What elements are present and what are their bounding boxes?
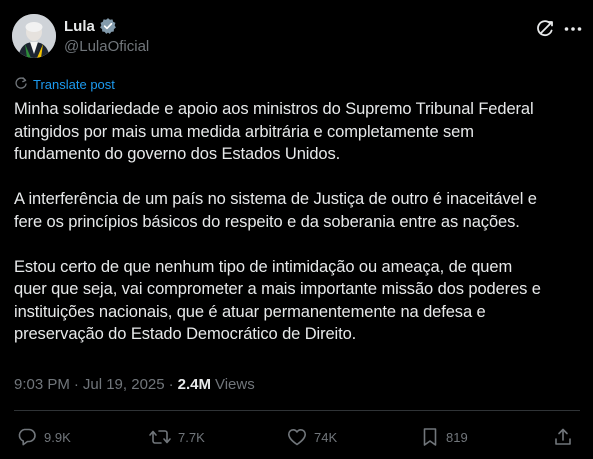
repost-button[interactable]: 7.7K <box>148 426 205 448</box>
post-paragraph: Estou certo de que nenhum tipo de intimi… <box>14 256 584 346</box>
like-count: 74K <box>314 429 338 445</box>
like-button[interactable]: 74K <box>286 426 337 448</box>
bookmark-button[interactable]: 819 <box>420 426 468 448</box>
post-paragraph: Minha solidariedade e apoio aos ministro… <box>14 98 584 166</box>
bookmark-icon <box>420 426 440 448</box>
post-line: instituições nacionais, que é atuar perm… <box>14 302 486 321</box>
translate-post-link[interactable]: Translate post <box>14 76 115 93</box>
author-handle[interactable]: @LulaOficial <box>64 38 149 55</box>
translate-post-label: Translate post <box>33 77 115 92</box>
meta-separator: · <box>168 376 174 393</box>
share-button[interactable] <box>552 426 574 448</box>
repost-count: 7.7K <box>178 429 205 445</box>
post-line: Estou certo de que nenhum tipo de intimi… <box>14 257 513 276</box>
action-bar: 9.9K 7.7K 74K 819 <box>0 426 593 452</box>
post-paragraph: A interferência de um país no sistema de… <box>14 188 584 233</box>
author-display-name[interactable]: Lula <box>64 18 95 35</box>
share-icon <box>552 426 574 448</box>
reply-count: 9.9K <box>44 429 71 445</box>
avatar-image <box>12 14 56 58</box>
reply-button[interactable]: 9.9K <box>16 426 71 448</box>
post-metadata: 9:03 PM · Jul 19, 2025 · 2.4M Views <box>14 376 255 393</box>
meta-separator: · <box>73 376 79 393</box>
post-line: fere os princípios básicos do respeito e… <box>14 212 520 231</box>
post-line: A interferência de um país no sistema de… <box>14 190 537 208</box>
post-line: quer que seja, vai comprometer a mais im… <box>14 280 541 298</box>
divider <box>14 410 580 411</box>
post-line: preservação do Estado Democrático de Dir… <box>14 325 357 343</box>
post-time[interactable]: 9:03 PM <box>14 376 70 393</box>
post-date[interactable]: Jul 19, 2025 <box>83 376 165 393</box>
views-count: 2.4M <box>177 376 211 393</box>
grok-icon[interactable] <box>534 18 556 40</box>
tweet: Lula @LulaOficial Translate post Minha s… <box>0 0 593 459</box>
bookmark-count: 819 <box>446 429 468 445</box>
post-line: Minha solidariedade e apoio aos ministro… <box>14 100 534 118</box>
more-icon[interactable] <box>562 18 584 40</box>
avatar[interactable] <box>12 14 56 58</box>
repost-icon <box>148 426 172 448</box>
post-body: Minha solidariedade e apoio aos ministro… <box>14 98 584 346</box>
post-line: fundamento do governo dos Estados Unidos… <box>14 145 341 163</box>
heart-icon <box>286 426 308 448</box>
author-name-row: Lula <box>64 16 117 36</box>
translate-icon <box>14 76 28 93</box>
post-line: atingidos por mais uma medida arbitrária… <box>14 122 474 141</box>
reply-icon <box>16 426 38 448</box>
views-label: Views <box>214 376 255 393</box>
verified-badge-icon <box>99 17 117 35</box>
